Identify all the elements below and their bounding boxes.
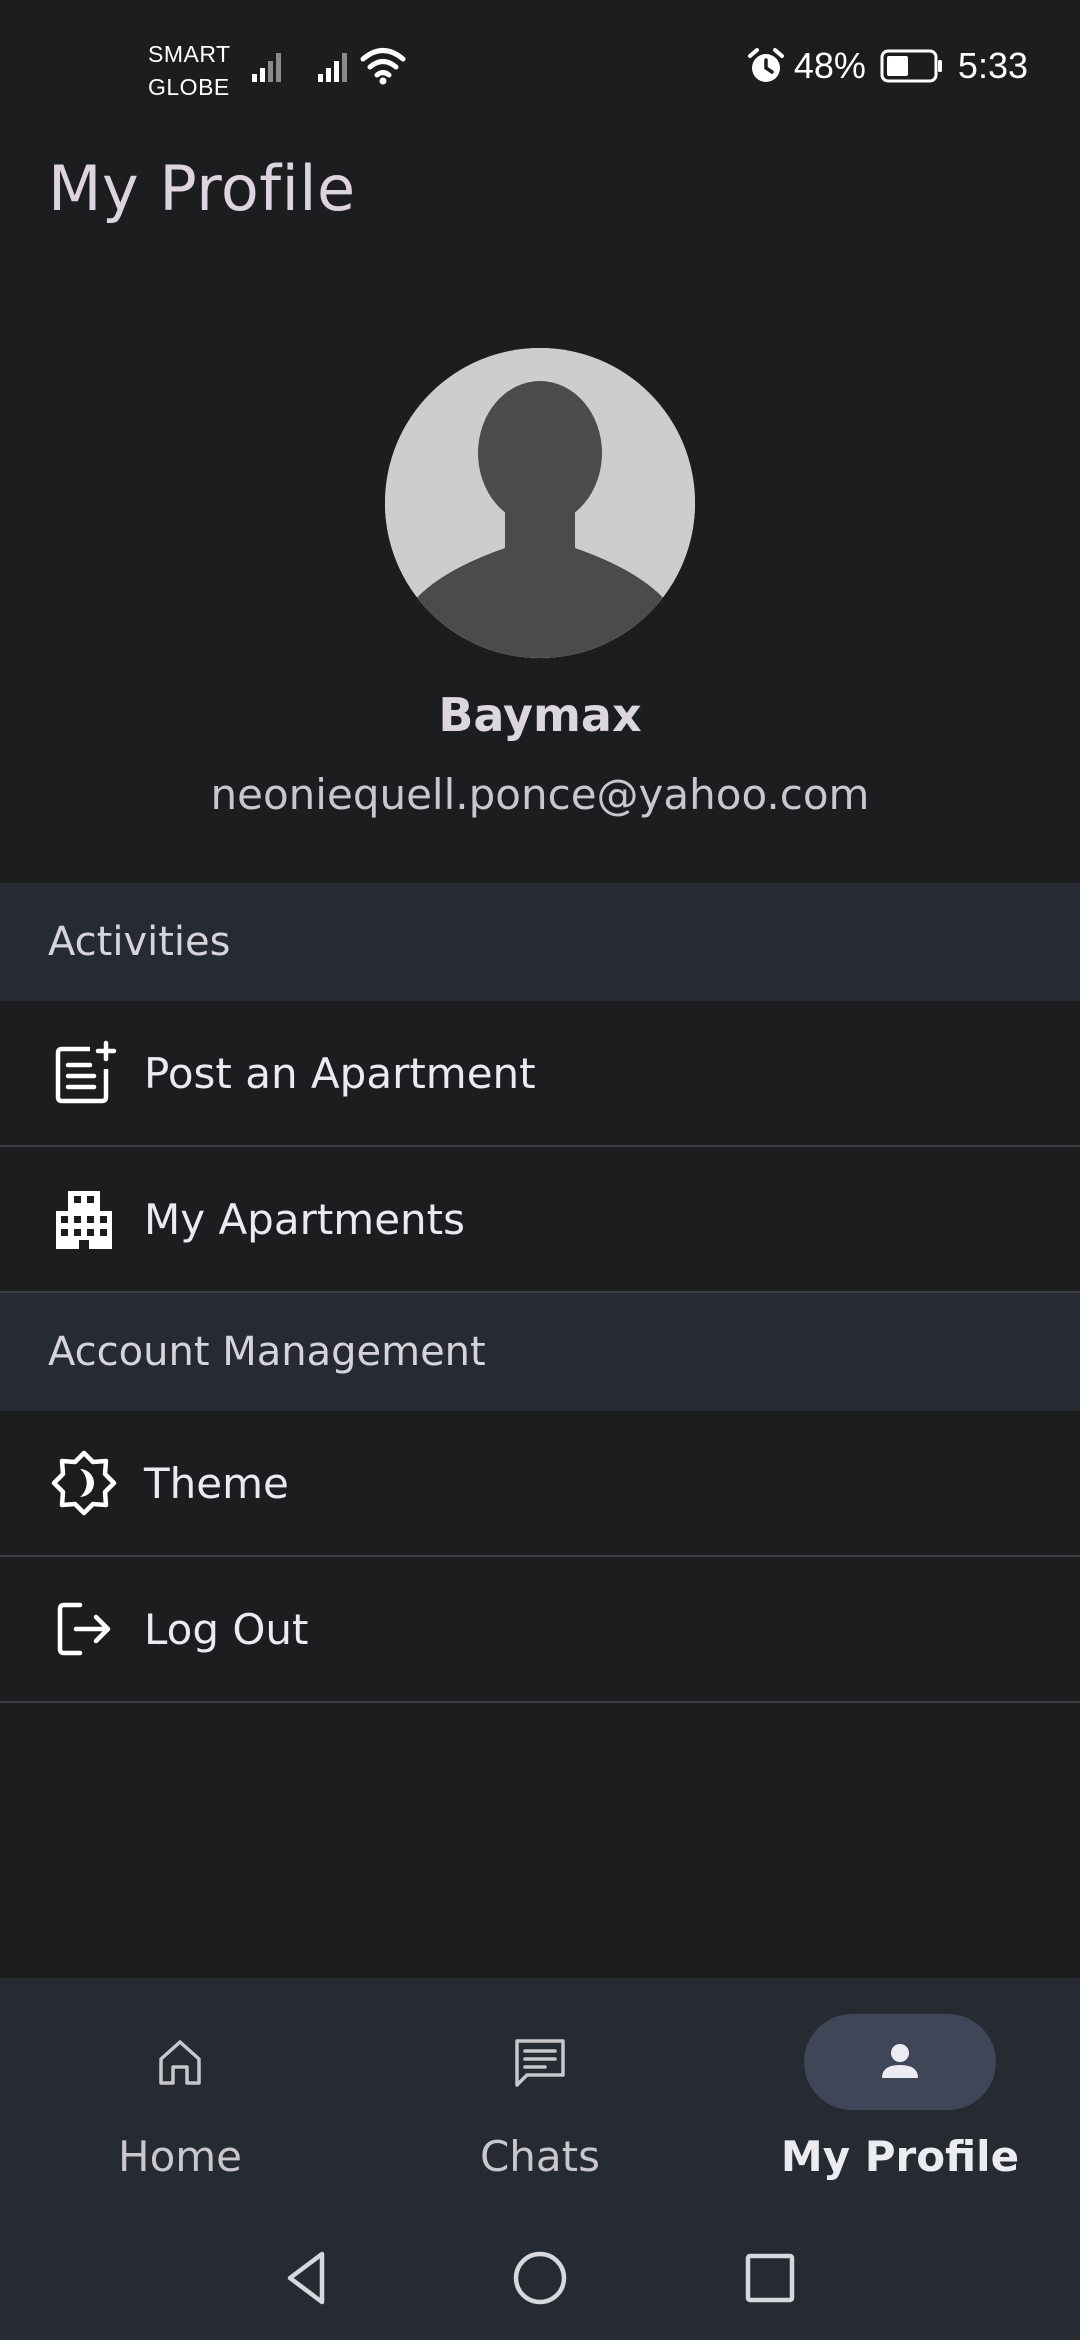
nav-chats-label: Chats <box>479 2132 601 2181</box>
alarm-icon <box>747 48 784 82</box>
post-apartment-label: Post an Apartment <box>144 1048 536 1098</box>
avatar <box>385 348 695 658</box>
post-apartment-item[interactable]: Post an Apartment <box>0 1001 1080 1147</box>
logout-icon <box>50 1595 118 1663</box>
profile-email: neoniequell.ponce@yahoo.com <box>210 770 870 819</box>
carrier-name: SMART GLOBE <box>148 38 231 104</box>
my-apartments-label: My Apartments <box>144 1194 466 1244</box>
nav-my-profile-pill <box>804 2014 996 2110</box>
nav-my-profile-label: My Profile <box>780 2132 1020 2181</box>
person-icon <box>882 2044 918 2078</box>
recents-icon <box>745 2253 795 2303</box>
carrier-line-1: SMART <box>148 41 231 67</box>
chat-icon <box>515 2039 565 2087</box>
status-indicators: 48% 5:33 <box>746 44 1028 88</box>
page-title: My Profile <box>48 152 356 225</box>
post-add-icon <box>50 1039 118 1107</box>
profile-name: Baymax <box>438 688 642 742</box>
status-bar: SMART GLOBE 48% 5:33 <box>0 0 1080 130</box>
back-button[interactable] <box>276 2246 340 2310</box>
theme-item[interactable]: Theme <box>0 1411 1080 1557</box>
nav-chats[interactable]: Chats <box>390 2014 690 2194</box>
signal-icon <box>250 48 290 88</box>
battery-percent: 48% <box>793 45 866 86</box>
my-apartments-item[interactable]: My Apartments <box>0 1147 1080 1293</box>
back-icon <box>287 2251 325 2305</box>
wifi-icon <box>360 46 406 90</box>
nav-home[interactable]: Home <box>30 2014 330 2194</box>
battery-icon <box>880 49 942 83</box>
logout-item[interactable]: Log Out <box>0 1557 1080 1703</box>
carrier-line-2: GLOBE <box>148 74 230 100</box>
nav-home-label: Home <box>117 2132 243 2181</box>
section-header-activities: Activities <box>0 883 1080 1001</box>
theme-label: Theme <box>144 1458 289 1508</box>
nav-home-pill <box>84 2014 276 2110</box>
theme-brightness-icon <box>50 1449 118 1517</box>
logout-label: Log Out <box>144 1604 309 1654</box>
nav-chats-pill <box>444 2014 636 2110</box>
apartment-building-icon <box>50 1185 118 1253</box>
home-circle-icon <box>513 2251 567 2305</box>
recents-button[interactable] <box>738 2246 802 2310</box>
clock: 5:33 <box>957 45 1028 86</box>
section-header-account-management: Account Management <box>0 1293 1080 1411</box>
system-navigation-bar <box>0 2218 1080 2340</box>
home-button[interactable] <box>508 2246 572 2310</box>
nav-my-profile[interactable]: My Profile <box>750 2014 1050 2194</box>
home-icon <box>159 2040 201 2085</box>
signal-icon <box>316 48 356 88</box>
default-avatar-icon <box>385 348 695 658</box>
